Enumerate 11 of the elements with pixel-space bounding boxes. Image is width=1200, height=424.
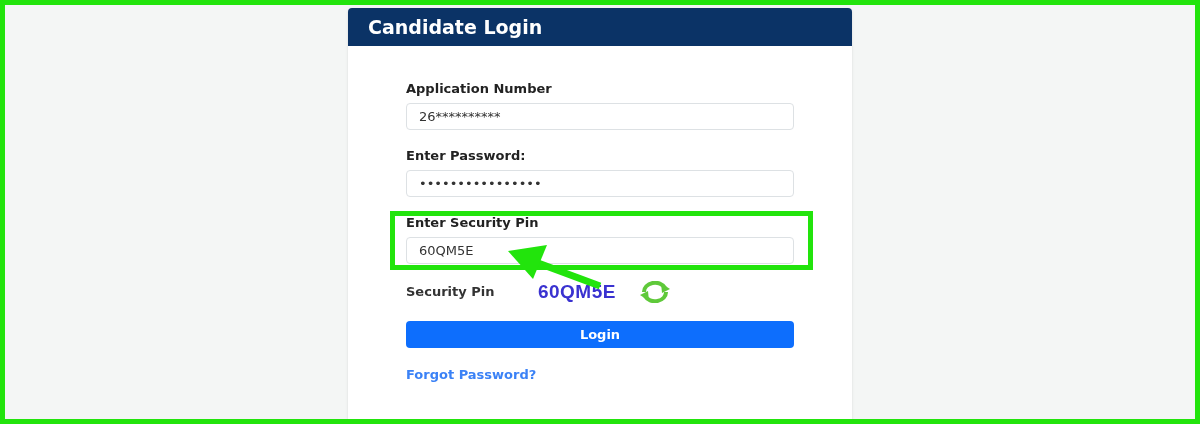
captcha-code: 60QM5E	[538, 279, 616, 304]
field-label: Enter Security Pin	[406, 214, 540, 232]
field-label: Enter Password:	[406, 147, 527, 165]
input-field[interactable]: ••••••••••••••••	[406, 170, 794, 197]
security-pin-label: Security Pin	[406, 283, 496, 302]
field-label: Application Number	[406, 80, 553, 98]
input-field[interactable]: 60QM5E	[406, 237, 794, 264]
forgot-password-link[interactable]: Forgot Password?	[406, 365, 537, 385]
login-button[interactable]: Login	[406, 321, 794, 348]
input-field[interactable]: 26**********	[406, 103, 794, 130]
card-title: Candidate Login	[368, 14, 543, 40]
